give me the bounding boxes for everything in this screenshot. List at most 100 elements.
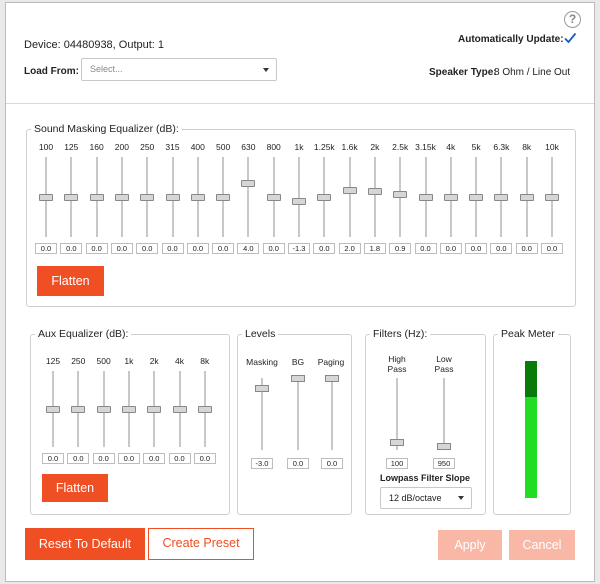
reset-to-default-button[interactable]: Reset To Default <box>25 528 145 560</box>
aux-band-value[interactable]: 0.0 <box>143 453 166 464</box>
aux-band-thumb[interactable] <box>71 405 86 413</box>
sm-band-thumb[interactable] <box>519 193 534 201</box>
lowpass-slope-select[interactable]: 12 dB/octave <box>380 487 472 509</box>
sm-band-value[interactable]: -1.3 <box>288 243 310 254</box>
sm-band-thumb[interactable] <box>494 193 509 201</box>
aux-band-thumb[interactable] <box>96 405 111 413</box>
sm-band[interactable]: 800 0.0 <box>262 142 286 257</box>
sm-band-value[interactable]: 0.0 <box>85 243 108 254</box>
masking-thumb[interactable] <box>255 385 269 393</box>
aux-band[interactable]: 250 0.0 <box>66 356 90 467</box>
sm-band-value[interactable]: 1.8 <box>363 243 386 254</box>
create-preset-button[interactable]: Create Preset <box>148 528 254 560</box>
sm-band[interactable]: 500 0.0 <box>211 142 235 257</box>
paging-value[interactable]: 0.0 <box>321 458 343 469</box>
aux-band-thumb[interactable] <box>121 405 136 413</box>
sm-band-thumb[interactable] <box>292 197 306 205</box>
low-pass-value[interactable]: 950 <box>433 458 455 469</box>
sm-band-thumb[interactable] <box>140 193 155 201</box>
sm-band-thumb[interactable] <box>367 187 382 195</box>
sm-band-thumb[interactable] <box>469 193 484 201</box>
auto-update-checkbox[interactable] <box>563 31 577 45</box>
aux-band-value[interactable]: 0.0 <box>92 453 115 464</box>
sm-band-value[interactable]: 0.0 <box>60 243 83 254</box>
sm-band-thumb[interactable] <box>241 180 256 188</box>
sm-band[interactable]: 5k 0.0 <box>464 142 488 257</box>
low-pass-thumb[interactable] <box>437 442 451 450</box>
sm-band-value[interactable]: 0.0 <box>313 243 336 254</box>
high-pass-value[interactable]: 100 <box>386 458 408 469</box>
sm-band[interactable]: 4k 0.0 <box>439 142 463 257</box>
sm-band-value[interactable]: 0.0 <box>212 243 235 254</box>
sm-band[interactable]: 3.15k 0.0 <box>414 142 438 257</box>
sm-band-thumb[interactable] <box>342 186 357 194</box>
sm-band[interactable]: 200 0.0 <box>110 142 134 257</box>
sm-band[interactable]: 250 0.0 <box>135 142 159 257</box>
sm-band[interactable]: 1.6k 2.0 <box>338 142 362 257</box>
paging-thumb[interactable] <box>325 374 339 382</box>
sm-band-value[interactable]: 2.0 <box>338 243 361 254</box>
sm-band-thumb[interactable] <box>418 193 433 201</box>
bg-thumb[interactable] <box>291 374 305 382</box>
high-pass-thumb[interactable] <box>390 439 404 447</box>
aux-band-thumb[interactable] <box>147 405 162 413</box>
sm-band[interactable]: 2.5k 0.9 <box>388 142 412 257</box>
aux-band-thumb[interactable] <box>197 405 212 413</box>
aux-flatten-button[interactable]: Flatten <box>42 474 108 502</box>
sm-band[interactable]: 630 4.0 <box>236 142 260 257</box>
sm-band-thumb[interactable] <box>190 193 205 201</box>
sm-band[interactable]: 2k 1.8 <box>363 142 387 257</box>
aux-band-value[interactable]: 0.0 <box>67 453 90 464</box>
sm-band[interactable]: 125 0.0 <box>59 142 83 257</box>
load-from-select[interactable]: Select... <box>81 58 277 81</box>
sm-band-value[interactable]: 0.0 <box>186 243 209 254</box>
aux-band-value[interactable]: 0.0 <box>42 453 64 464</box>
cancel-button[interactable]: Cancel <box>509 530 575 560</box>
sm-band-thumb[interactable] <box>114 193 129 201</box>
apply-button[interactable]: Apply <box>438 530 502 560</box>
aux-band-value[interactable]: 0.0 <box>193 453 216 464</box>
sm-band-value[interactable]: 0.0 <box>262 243 285 254</box>
aux-band[interactable]: 8k 0.0 <box>193 356 217 467</box>
aux-band-thumb[interactable] <box>172 405 187 413</box>
aux-band-value[interactable]: 0.0 <box>168 453 191 464</box>
sm-band-value[interactable]: 0.0 <box>136 243 159 254</box>
sm-band-thumb[interactable] <box>545 193 559 201</box>
sound-masking-flatten-button[interactable]: Flatten <box>37 266 104 296</box>
aux-band[interactable]: 2k 0.0 <box>142 356 166 467</box>
sm-band-thumb[interactable] <box>89 193 104 201</box>
sm-band[interactable]: 8k 0.0 <box>515 142 539 257</box>
aux-band-value[interactable]: 0.0 <box>117 453 140 464</box>
sm-band-thumb[interactable] <box>216 193 231 201</box>
sm-band-value[interactable]: 0.0 <box>161 243 184 254</box>
aux-band[interactable]: 500 0.0 <box>92 356 116 467</box>
sm-band[interactable]: 6.3k 0.0 <box>489 142 513 257</box>
sm-band-thumb[interactable] <box>39 193 53 201</box>
sm-band[interactable]: 1.25k 0.0 <box>312 142 336 257</box>
aux-band-thumb[interactable] <box>46 405 60 413</box>
sm-band-thumb[interactable] <box>317 193 332 201</box>
sm-band-value[interactable]: 4.0 <box>237 243 260 254</box>
sm-band[interactable]: 315 0.0 <box>161 142 185 257</box>
sm-band[interactable]: 160 0.0 <box>85 142 109 257</box>
aux-band[interactable]: 1k 0.0 <box>117 356 141 467</box>
sm-band[interactable]: 10k 0.0 <box>540 142 564 257</box>
sm-band-value[interactable]: 0.0 <box>35 243 57 254</box>
sm-band-value[interactable]: 0.0 <box>439 243 462 254</box>
sm-band[interactable]: 100 0.0 <box>34 142 58 257</box>
help-icon[interactable]: ? <box>564 11 581 28</box>
sm-band-value[interactable]: 0.9 <box>389 243 412 254</box>
sm-band-value[interactable]: 0.0 <box>465 243 488 254</box>
aux-band[interactable]: 4k 0.0 <box>168 356 192 467</box>
sm-band-thumb[interactable] <box>266 193 281 201</box>
sm-band-value[interactable]: 0.0 <box>541 243 563 254</box>
sm-band-thumb[interactable] <box>443 193 458 201</box>
aux-band[interactable]: 125 0.0 <box>41 356 65 467</box>
sm-band-value[interactable]: 0.0 <box>110 243 133 254</box>
sm-band-thumb[interactable] <box>165 193 180 201</box>
sm-band[interactable]: 1k -1.3 <box>287 142 311 257</box>
sm-band-value[interactable]: 0.0 <box>515 243 538 254</box>
sm-band[interactable]: 400 0.0 <box>186 142 210 257</box>
sm-band-value[interactable]: 0.0 <box>490 243 513 254</box>
sm-band-thumb[interactable] <box>64 193 79 201</box>
